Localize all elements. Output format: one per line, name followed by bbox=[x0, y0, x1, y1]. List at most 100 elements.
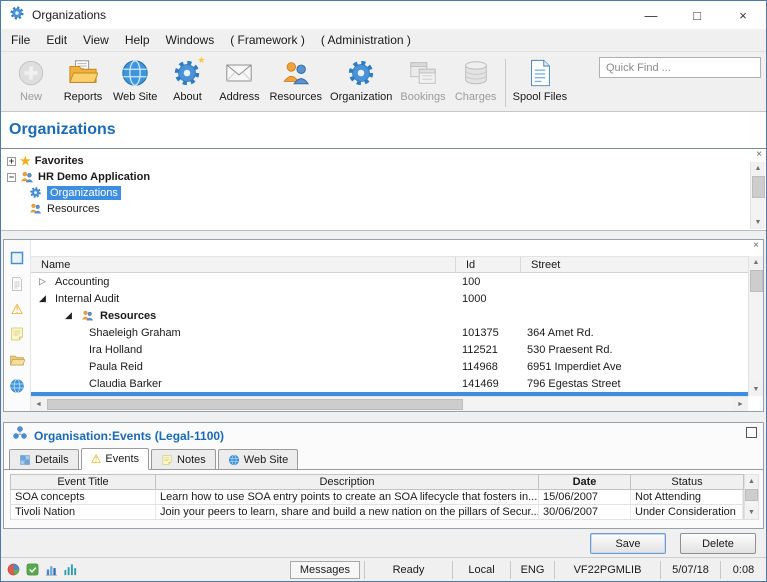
minimize-button[interactable]: — bbox=[628, 1, 674, 29]
column-header-id[interactable]: Id bbox=[456, 257, 521, 272]
tree-expander-icon[interactable]: + bbox=[7, 157, 16, 166]
event-row[interactable]: Tivoli Nation Join your peers to learn, … bbox=[10, 505, 744, 520]
scroll-right-icon[interactable]: ► bbox=[733, 397, 748, 411]
document-icon[interactable] bbox=[9, 276, 25, 292]
event-row[interactable]: SOA concepts Learn how to use SOA entry … bbox=[10, 490, 744, 505]
signal-icon[interactable] bbox=[63, 562, 78, 577]
close-button[interactable]: × bbox=[720, 1, 766, 29]
grid-row-resources-group[interactable]: ◢Resources bbox=[31, 307, 748, 324]
scroll-up-icon[interactable]: ▲ bbox=[751, 162, 765, 175]
column-header-event-title[interactable]: Event Title bbox=[11, 475, 156, 489]
toolbar-button-address[interactable]: Address bbox=[213, 55, 265, 103]
tree-item-hr-demo-application[interactable]: − HR Demo Application bbox=[1, 169, 766, 185]
toolbar-button-label: Bookings bbox=[400, 91, 445, 103]
expand-icon[interactable]: ◢ bbox=[65, 310, 76, 321]
toolbar-button-label: New bbox=[20, 91, 42, 103]
events-scrollbar[interactable]: ▲ ▼ bbox=[744, 474, 759, 520]
events-table-header: Event Title Description Date Status bbox=[10, 474, 744, 490]
tree-expander-icon[interactable]: − bbox=[7, 173, 16, 182]
grid-vertical-scrollbar[interactable]: ▲ ▼ bbox=[748, 256, 763, 396]
grid-row-internal-audit[interactable]: ◢Internal Audit 1000 bbox=[31, 290, 748, 307]
grid-row-person[interactable]: Paula Reid 114968 6951 Imperdiet Ave bbox=[31, 358, 748, 375]
tree-item-organizations[interactable]: Organizations bbox=[1, 185, 766, 201]
column-header-status[interactable]: Status bbox=[631, 475, 743, 489]
envelope-icon bbox=[224, 58, 254, 88]
status-environment: Local bbox=[452, 561, 510, 579]
scroll-left-icon[interactable]: ◄ bbox=[31, 397, 46, 411]
scroll-down-icon[interactable]: ▼ bbox=[745, 506, 758, 519]
toolbar-button-organization[interactable]: Organization bbox=[326, 55, 396, 103]
expand-icon[interactable]: ◢ bbox=[39, 293, 50, 304]
scrollbar-thumb[interactable] bbox=[750, 270, 763, 292]
detail-maximize-button[interactable] bbox=[746, 427, 757, 438]
status-bar: Messages Ready Local ENG VF22PGMLIB 5/07… bbox=[1, 557, 766, 581]
delete-button[interactable]: Delete bbox=[680, 533, 756, 554]
menu-item-edit[interactable]: Edit bbox=[38, 29, 75, 51]
tab-web-site[interactable]: Web Site bbox=[218, 449, 298, 469]
scrollbar-thumb[interactable] bbox=[745, 489, 758, 501]
calendar-icon bbox=[408, 58, 438, 88]
toolbar-button-spool-files[interactable]: Spool Files bbox=[509, 55, 571, 103]
scroll-down-icon[interactable]: ▼ bbox=[749, 383, 763, 396]
scroll-down-icon[interactable]: ▼ bbox=[751, 216, 765, 229]
scroll-up-icon[interactable]: ▲ bbox=[745, 475, 758, 488]
tab-notes[interactable]: Notes bbox=[151, 449, 216, 469]
row-street: 6951 Imperdiet Ave bbox=[521, 361, 748, 373]
tab-details[interactable]: Details bbox=[9, 449, 79, 469]
scrollbar-thumb[interactable] bbox=[752, 176, 765, 198]
folder-icon[interactable] bbox=[9, 352, 25, 368]
toolbar-button-web-site[interactable]: Web Site bbox=[109, 55, 161, 103]
grid-horizontal-scrollbar[interactable]: ◄ ► bbox=[31, 396, 748, 411]
menu-item-view[interactable]: View bbox=[75, 29, 117, 51]
green-check-icon[interactable] bbox=[25, 562, 40, 577]
column-header-description[interactable]: Description bbox=[156, 475, 539, 489]
row-id: 112521 bbox=[456, 344, 521, 356]
tree-close-icon[interactable]: × bbox=[756, 150, 762, 160]
tree-item-resources[interactable]: Resources bbox=[1, 201, 766, 217]
grid-row-person[interactable]: Shaeleigh Graham 101375 364 Amet Rd. bbox=[31, 324, 748, 341]
tree-scrollbar[interactable]: ▲ ▼ bbox=[750, 162, 765, 229]
note-icon[interactable] bbox=[9, 326, 25, 342]
tab-label: Events bbox=[105, 453, 139, 465]
tree-item-favorites[interactable]: + ★ Favorites bbox=[1, 153, 766, 169]
event-description: Join your peers to learn, share and buil… bbox=[156, 505, 539, 519]
new-plus-icon bbox=[16, 58, 46, 88]
save-button[interactable]: Save bbox=[590, 533, 666, 554]
tab-label: Web Site bbox=[244, 454, 288, 466]
scrollbar-thumb[interactable] bbox=[47, 399, 463, 410]
row-name: Internal Audit bbox=[55, 293, 119, 305]
window-icon[interactable] bbox=[9, 250, 25, 266]
maximize-button[interactable]: □ bbox=[674, 1, 720, 29]
grid-close-icon[interactable]: × bbox=[753, 241, 759, 251]
column-header-name[interactable]: Name bbox=[31, 257, 456, 272]
messages-button[interactable]: Messages bbox=[290, 561, 360, 579]
grid-row-person[interactable]: Ira Holland 112521 530 Praesent Rd. bbox=[31, 341, 748, 358]
warning-icon[interactable]: ⚠ bbox=[11, 302, 24, 316]
toolbar-button-resources[interactable]: Resources bbox=[265, 55, 326, 103]
globe-icon bbox=[120, 58, 150, 88]
globe-icon[interactable] bbox=[9, 378, 25, 394]
grid-row-accounting[interactable]: ▷Accounting 100 bbox=[31, 273, 748, 290]
reports-folder-icon bbox=[68, 58, 98, 88]
toolbar-button-reports[interactable]: Reports bbox=[57, 55, 109, 103]
navigation-tree-panel: × + ★ Favorites − HR Demo Application Or… bbox=[1, 148, 766, 231]
menu-item-windows[interactable]: Windows bbox=[158, 29, 223, 51]
scroll-up-icon[interactable]: ▲ bbox=[749, 256, 763, 269]
people-icon bbox=[281, 58, 311, 88]
menu-item-framework[interactable]: ( Framework ) bbox=[222, 29, 313, 51]
bar-chart-icon[interactable] bbox=[44, 562, 59, 577]
quick-find-input[interactable] bbox=[599, 57, 761, 78]
row-street: 796 Egestas Street bbox=[521, 378, 748, 390]
menu-item-file[interactable]: File bbox=[3, 29, 38, 51]
menu-item-help[interactable]: Help bbox=[117, 29, 158, 51]
column-header-date[interactable]: Date bbox=[539, 475, 631, 489]
grid-row-person[interactable]: Claudia Barker 141469 796 Egestas Street bbox=[31, 375, 748, 392]
tab-events[interactable]: ⚠ Events bbox=[81, 448, 149, 470]
menu-item-administration[interactable]: ( Administration ) bbox=[313, 29, 419, 51]
toolbar-button-about[interactable]: ★ About bbox=[161, 55, 213, 103]
collapse-icon[interactable]: ▷ bbox=[39, 276, 50, 287]
gear-icon bbox=[346, 58, 376, 88]
pie-chart-icon[interactable] bbox=[6, 562, 21, 577]
column-header-street[interactable]: Street bbox=[521, 257, 748, 272]
event-date: 15/06/2007 bbox=[539, 490, 631, 504]
